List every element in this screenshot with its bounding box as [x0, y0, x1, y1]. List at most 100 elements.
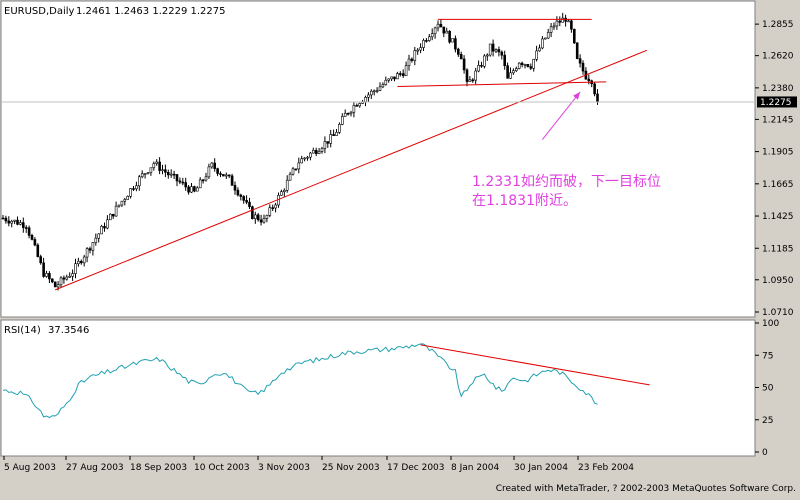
- symbol-title: EURUSD,Daily: [4, 6, 75, 17]
- candle-body: [555, 20, 559, 27]
- candle-body: [416, 49, 420, 52]
- price-tick-label: 1.1665: [762, 180, 794, 190]
- candle-body: [384, 79, 388, 85]
- candle-body: [135, 185, 138, 190]
- candle-body: [265, 215, 269, 219]
- candle-body: [167, 172, 170, 176]
- candle-body: [242, 196, 245, 201]
- candle-body: [120, 200, 124, 206]
- candle-body: [326, 141, 330, 144]
- date-tick-label: 23 Feb 2004: [578, 463, 634, 473]
- candle-body: [523, 64, 527, 66]
- candle-body: [558, 20, 562, 23]
- candle-body: [468, 79, 472, 82]
- candle-body: [538, 47, 541, 52]
- annotation-line-1: 1.2331如约而破，下一目标位: [472, 174, 661, 190]
- candle-body: [332, 134, 335, 136]
- candle-body: [280, 191, 283, 196]
- candle-body: [187, 186, 190, 193]
- candle-body: [227, 174, 231, 177]
- candle-body: [355, 105, 359, 107]
- price-tick-label: 1.2145: [762, 115, 794, 125]
- candle-body: [19, 222, 22, 225]
- candle-body: [425, 40, 428, 42]
- candle-body: [491, 43, 495, 52]
- date-tick-label: 18 Sep 2003: [130, 463, 187, 473]
- candle-body: [338, 124, 341, 133]
- candle-body: [422, 40, 425, 48]
- candle-body: [117, 204, 121, 207]
- candle-body: [297, 162, 301, 170]
- candle-body: [94, 237, 98, 243]
- candle-body: [578, 58, 582, 64]
- candle-body: [21, 222, 25, 228]
- candle-body: [303, 157, 306, 160]
- candle-body: [184, 182, 187, 188]
- candle-body: [251, 206, 254, 220]
- candle-body: [593, 83, 596, 95]
- candle-body: [488, 43, 492, 56]
- candle-body: [169, 173, 173, 176]
- candle-body: [248, 201, 251, 208]
- current-price-tag: 1.2275: [757, 96, 797, 108]
- candle-body: [16, 219, 19, 225]
- candle-body: [509, 72, 512, 79]
- candle-body: [274, 204, 277, 209]
- date-tick-label: 5 Aug 2003: [4, 463, 56, 473]
- chart-window: EURUSD,Daily 1.2461 1.2463 1.2229 1.2275…: [0, 0, 800, 496]
- candle-body: [517, 62, 521, 69]
- candle-body: [36, 244, 40, 257]
- candle-body: [346, 112, 350, 115]
- candle-body: [65, 276, 69, 280]
- candle-body: [349, 111, 353, 115]
- candle-body: [398, 73, 402, 75]
- candle-body: [335, 132, 338, 136]
- candle-body: [216, 168, 219, 174]
- candle-body: [230, 175, 234, 186]
- candle-body: [285, 179, 289, 191]
- date-tick-label: 17 Dec 2003: [387, 463, 445, 473]
- candle-body: [204, 176, 208, 181]
- candle-body: [352, 105, 356, 113]
- candle-body: [451, 38, 454, 43]
- candle-body: [541, 38, 544, 49]
- rsi-tick-label: 75: [762, 351, 773, 361]
- candle-body: [288, 173, 292, 181]
- candle-body: [497, 49, 501, 53]
- annotation-line-2: 在1.1831附近。: [472, 193, 577, 209]
- candle-body: [364, 96, 367, 103]
- candle-body: [245, 200, 248, 203]
- candle-body: [378, 86, 382, 91]
- candle-body: [236, 189, 240, 196]
- candle-body: [256, 214, 260, 221]
- candle-body: [407, 58, 411, 66]
- candle-body: [294, 168, 298, 171]
- candle-body: [427, 36, 431, 41]
- candle-body: [71, 273, 74, 277]
- candle-body: [271, 207, 275, 209]
- candle-body: [172, 173, 176, 176]
- price-tick-label: 1.0950: [762, 276, 794, 286]
- price-tick-label: 1.1425: [762, 212, 794, 222]
- candle-body: [222, 174, 225, 177]
- rsi-panel[interactable]: [0, 319, 756, 457]
- candle-body: [320, 148, 324, 152]
- candle-body: [201, 179, 205, 182]
- candle-body: [282, 189, 286, 192]
- candle-body: [514, 68, 518, 71]
- candle-body: [532, 58, 536, 69]
- candle-body: [103, 225, 106, 229]
- candle-body: [413, 50, 417, 61]
- candle-body: [448, 30, 451, 43]
- candle-body: [323, 141, 327, 149]
- candle-body: [190, 186, 193, 193]
- candle-body: [85, 248, 89, 258]
- candle-body: [225, 174, 228, 177]
- candle-body: [4, 217, 8, 222]
- candle-body: [291, 168, 295, 175]
- date-tick-label: 8 Jan 2004: [451, 463, 499, 473]
- candle-body: [456, 48, 460, 55]
- candle-body: [62, 277, 66, 280]
- candle-body: [396, 73, 399, 80]
- candle-body: [485, 54, 489, 57]
